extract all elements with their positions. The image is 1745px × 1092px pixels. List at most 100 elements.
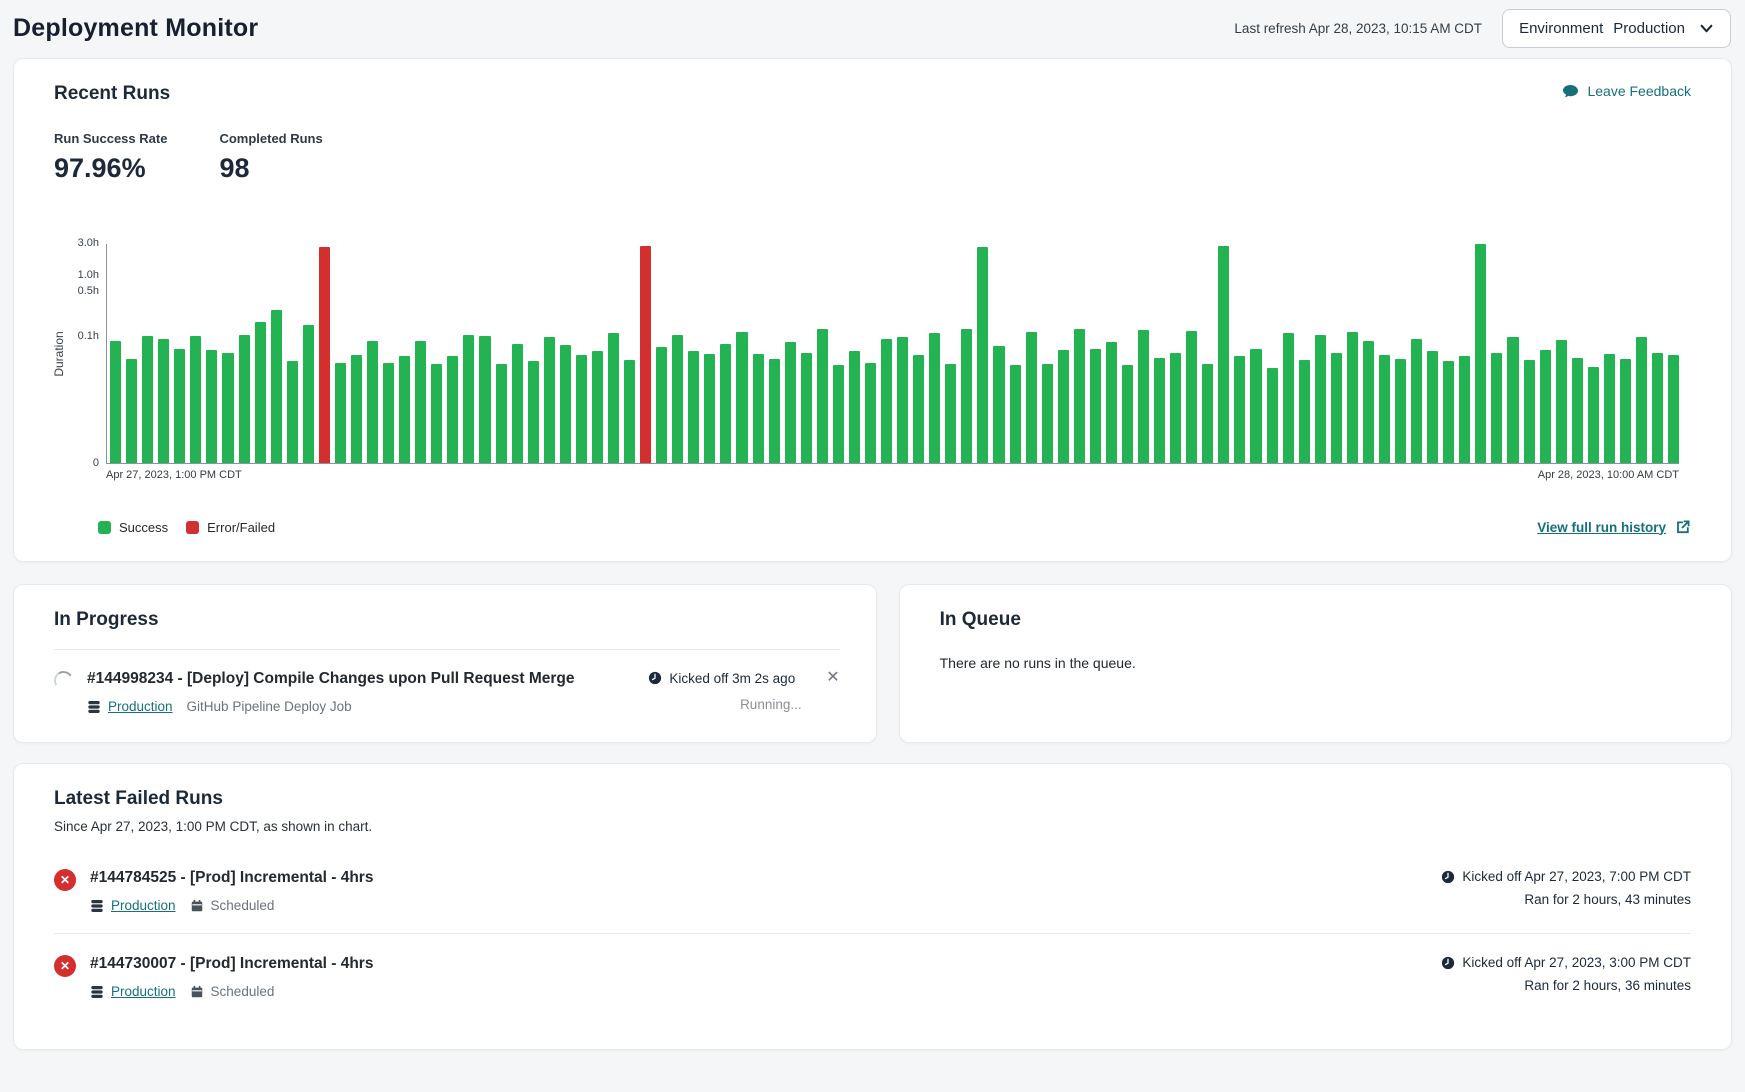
leave-feedback-link[interactable]: Leave Feedback [1562, 83, 1691, 99]
chart-bar-success[interactable] [624, 360, 635, 463]
view-full-run-history-link[interactable]: View full run history [1537, 519, 1691, 535]
chart-bar-success[interactable] [817, 329, 828, 463]
chart-bar-success[interactable] [255, 322, 266, 463]
chart-bar-success[interactable] [1347, 332, 1358, 463]
chart-bar-success[interactable] [785, 342, 796, 463]
chart-bar-success[interactable] [753, 354, 764, 463]
chart-bar-success[interactable] [512, 344, 523, 463]
chart-bar-success[interactable] [1315, 335, 1326, 463]
chart-bar-success[interactable] [1443, 361, 1454, 463]
environment-link[interactable]: Production [108, 699, 173, 714]
chart-bar-success[interactable] [1379, 355, 1390, 463]
chart-bar-success[interactable] [1411, 339, 1422, 464]
chart-bar-success[interactable] [1524, 360, 1535, 463]
chart-bar-success[interactable] [1010, 365, 1021, 463]
chart-bar-success[interactable] [528, 361, 539, 463]
chart-bar-success[interactable] [993, 346, 1004, 463]
chart-bar-success[interactable] [576, 355, 587, 463]
chart-bar-success[interactable] [335, 363, 346, 463]
chart-bar-success[interactable] [239, 335, 250, 463]
chart-bar-success[interactable] [1636, 337, 1647, 463]
chart-bar-success[interactable] [271, 310, 282, 463]
chart-bar-success[interactable] [1202, 364, 1213, 463]
chart-bar-success[interactable] [1507, 337, 1518, 463]
chart-bar-success[interactable] [1427, 351, 1438, 463]
chart-bar-success[interactable] [865, 363, 876, 463]
chart-bar-success[interactable] [303, 325, 314, 463]
chart-bar-success[interactable] [1459, 356, 1470, 463]
chart-bar-success[interactable] [913, 355, 924, 463]
chart-bar-success[interactable] [736, 332, 747, 463]
chart-bar-success[interactable] [206, 350, 217, 463]
environment-link[interactable]: Production [111, 898, 176, 913]
chart-bar-success[interactable] [1186, 331, 1197, 463]
chart-bar-success[interactable] [1588, 367, 1599, 464]
chart-bar-success[interactable] [1122, 365, 1133, 463]
chart-bar-success[interactable] [1299, 360, 1310, 463]
chart-bar-success[interactable] [1250, 349, 1261, 463]
chart-bar-success[interactable] [1026, 332, 1037, 463]
chart-bar-success[interactable] [1090, 349, 1101, 463]
chart-bar-success[interactable] [1363, 341, 1374, 463]
chart-bar-success[interactable] [415, 341, 426, 463]
chart-bar-success[interactable] [126, 359, 137, 463]
environment-dropdown[interactable]: Environment Production [1502, 9, 1731, 48]
chart-bar-success[interactable] [801, 353, 812, 464]
chart-bar-success[interactable] [688, 351, 699, 463]
close-icon[interactable]: ✕ [826, 670, 839, 686]
chart-bar-failed[interactable] [640, 246, 651, 463]
chart-bar-success[interactable] [1395, 359, 1406, 463]
chart-bar-success[interactable] [1074, 329, 1085, 463]
chart-bar-success[interactable] [1475, 244, 1486, 463]
chart-bar-success[interactable] [351, 355, 362, 463]
chart-bar-success[interactable] [1652, 353, 1663, 464]
chart-bar-success[interactable] [496, 364, 507, 463]
chart-bar-success[interactable] [1556, 340, 1567, 463]
chart-bar-success[interactable] [704, 354, 715, 463]
chart-bar-success[interactable] [897, 337, 908, 463]
chart-bar-success[interactable] [1283, 333, 1294, 463]
chart-bar-success[interactable] [1331, 353, 1342, 464]
environment-link[interactable]: Production [111, 984, 176, 999]
chart-bar-success[interactable] [1267, 368, 1278, 463]
chart-bar-success[interactable] [1604, 354, 1615, 463]
chart-bar-success[interactable] [431, 364, 442, 463]
chart-bar-success[interactable] [399, 356, 410, 463]
chart-bar-success[interactable] [929, 333, 940, 463]
chart-bar-failed[interactable] [319, 247, 330, 463]
chart-bar-success[interactable] [1138, 330, 1149, 463]
chart-bar-success[interactable] [1620, 359, 1631, 463]
chart-bar-success[interactable] [608, 333, 619, 463]
chart-bar-success[interactable] [849, 351, 860, 463]
chart-bar-success[interactable] [367, 341, 378, 463]
chart-bar-success[interactable] [961, 329, 972, 464]
chart-bar-success[interactable] [1572, 358, 1583, 463]
chart-bar-success[interactable] [1540, 350, 1551, 463]
chart-bar-success[interactable] [383, 363, 394, 463]
chart-bar-success[interactable] [881, 339, 892, 464]
chart-bar-success[interactable] [1058, 350, 1069, 463]
chart-bar-success[interactable] [110, 341, 121, 463]
chart-bar-success[interactable] [158, 339, 169, 464]
chart-bar-success[interactable] [1170, 353, 1181, 464]
chart-bar-success[interactable] [1491, 353, 1502, 464]
chart-bar-success[interactable] [463, 335, 474, 463]
chart-bar-success[interactable] [544, 337, 555, 463]
chart-bar-success[interactable] [672, 335, 683, 463]
chart-bar-success[interactable] [1668, 355, 1679, 463]
chart-bar-success[interactable] [833, 365, 844, 463]
chart-bar-success[interactable] [222, 353, 233, 464]
chart-bar-success[interactable] [287, 361, 298, 463]
chart-bar-success[interactable] [977, 247, 988, 463]
chart-bar-success[interactable] [945, 364, 956, 463]
chart-bar-success[interactable] [1106, 342, 1117, 463]
chart-bar-success[interactable] [447, 356, 458, 463]
chart-bar-success[interactable] [142, 336, 153, 463]
chart-bar-success[interactable] [1218, 246, 1229, 463]
chart-bar-success[interactable] [1042, 364, 1053, 463]
chart-bar-success[interactable] [560, 345, 571, 463]
chart-bar-success[interactable] [190, 336, 201, 463]
chart-bar-success[interactable] [592, 351, 603, 463]
chart-bar-success[interactable] [1234, 356, 1245, 463]
chart-bar-success[interactable] [1154, 358, 1165, 463]
